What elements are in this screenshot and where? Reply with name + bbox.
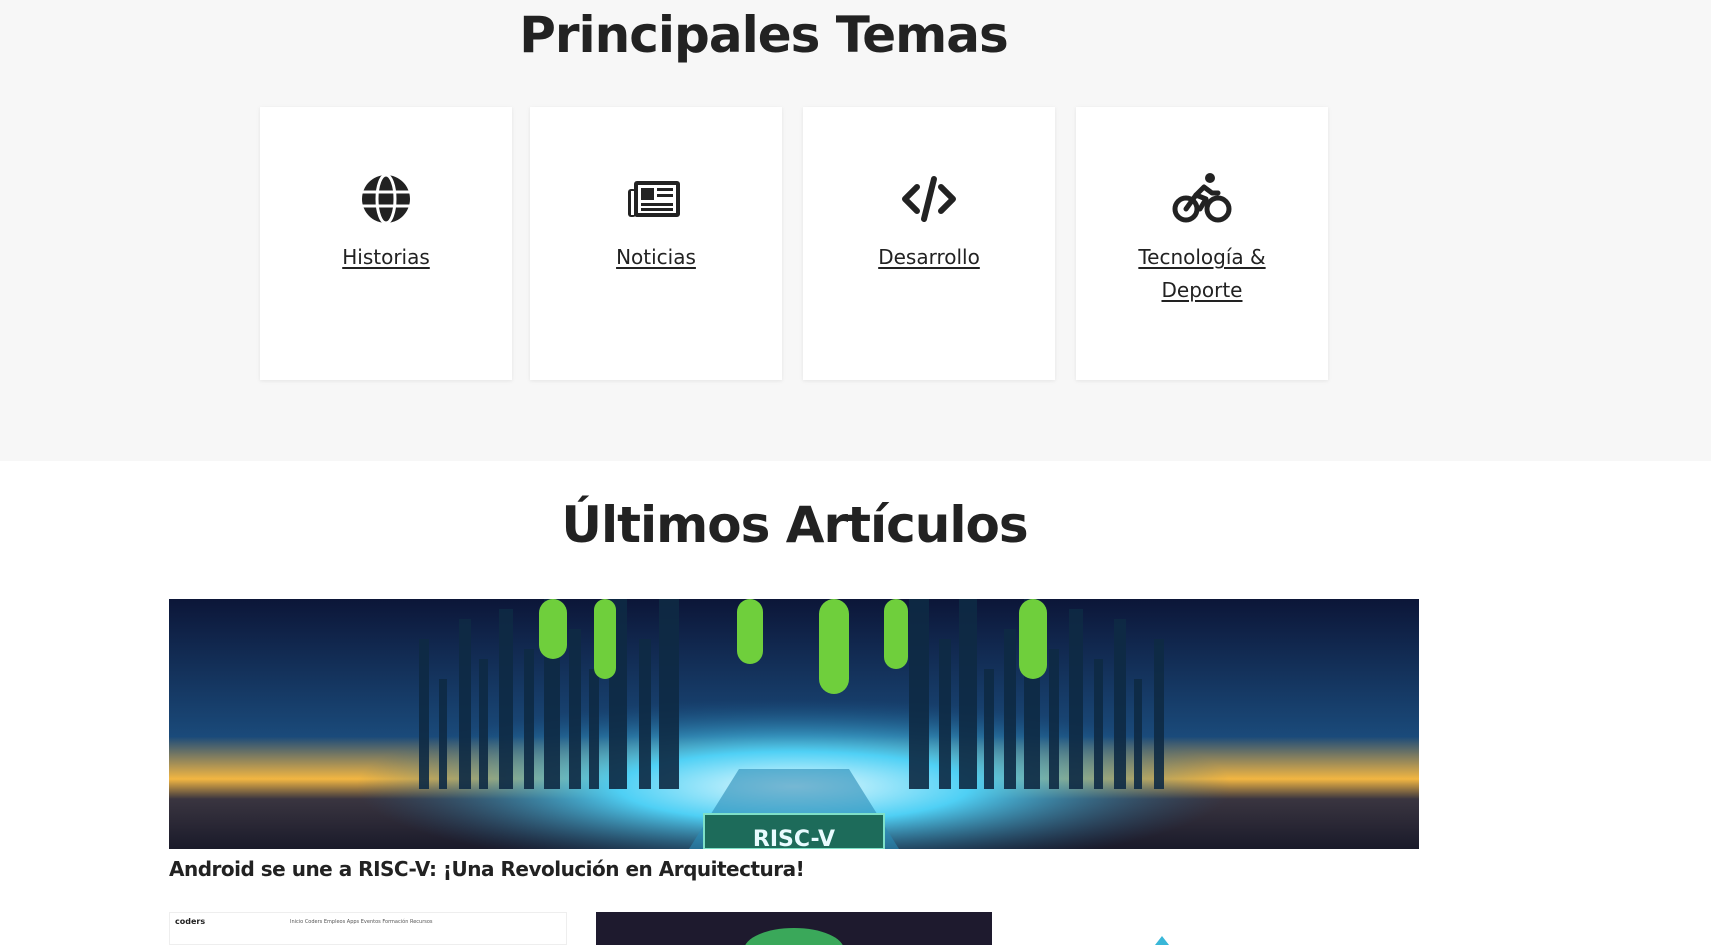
topic-label-historias: Historias [342, 245, 430, 269]
newspaper-icon [624, 167, 688, 231]
thumbnail-3-art [1155, 936, 1169, 945]
topic-card-desarrollo[interactable]: Desarrollo [803, 107, 1055, 380]
topic-card-historias[interactable]: Historias [260, 107, 512, 380]
article-thumbnail-2[interactable] [596, 912, 992, 945]
topics-title: Principales Temas [519, 6, 1009, 64]
topic-label-tecnologia-deporte: Tecnología & Deporte [1138, 245, 1266, 302]
topic-card-tecnologia-deporte[interactable]: Tecnología & Deporte [1076, 107, 1328, 380]
featured-article-image[interactable]: RISC-V [169, 599, 1419, 849]
topic-card-noticias[interactable]: Noticias [530, 107, 782, 380]
globe-icon [354, 167, 418, 231]
articles-title: Últimos Artículos [561, 496, 1028, 554]
article-thumbnail-1[interactable]: coders Inicio Coders Empleos Apps Evento… [169, 912, 567, 945]
featured-article-title[interactable]: Android se une a RISC-V: ¡Una Revolución… [169, 857, 805, 881]
featured-image-chip-text: RISC-V [753, 827, 835, 849]
code-icon [897, 167, 961, 231]
topic-label-noticias: Noticias [616, 245, 696, 269]
thumbnail-nav: Inicio Coders Empleos Apps Eventos Forma… [290, 919, 433, 925]
thumbnail-logo: coders [175, 917, 206, 926]
thumbnail-2-art [745, 928, 843, 945]
topics-section: Principales Temas Historias Noticias Des… [0, 0, 1711, 461]
topic-label-desarrollo: Desarrollo [878, 245, 980, 269]
cyclist-icon [1170, 167, 1234, 231]
article-thumbnail-3[interactable] [1100, 912, 1220, 945]
